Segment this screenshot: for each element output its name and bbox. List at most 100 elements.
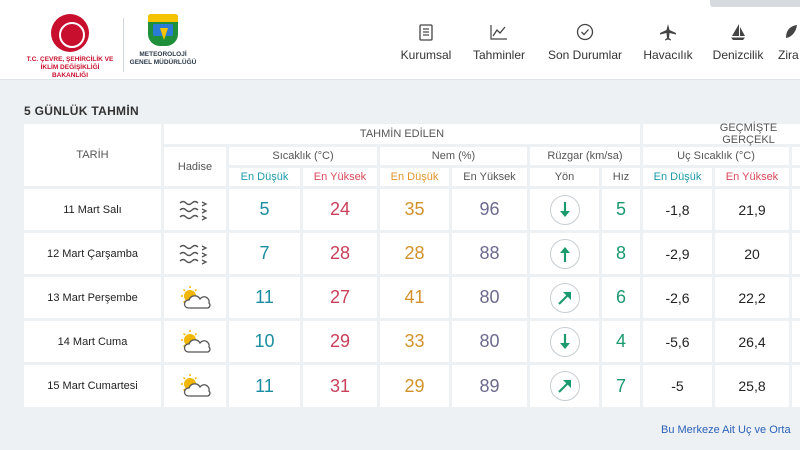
- humidity-low-value: 33: [380, 321, 449, 362]
- arrow-down-icon: [549, 326, 580, 357]
- past-low-value: -1,8: [643, 189, 712, 230]
- humidity-high-value: 96: [452, 189, 527, 230]
- wind-speed-value: 7: [602, 365, 640, 407]
- wind-speed-value: 4: [602, 321, 640, 362]
- logo-divider: [123, 18, 124, 72]
- nav-item-havacilik[interactable]: Havacılık: [640, 22, 696, 70]
- col-past-extra-header: [792, 147, 800, 165]
- sub-wind-speed: Hız: [602, 168, 640, 186]
- humidity-high-value: 89: [452, 365, 527, 407]
- check-circle-icon: [544, 22, 626, 42]
- windy-icon: [164, 189, 226, 230]
- sub-past-low: En Düşük: [643, 168, 712, 186]
- humidity-high-value: 88: [452, 233, 527, 274]
- sub-humidity-low: En Düşük: [380, 168, 449, 186]
- nav-item-denizcilik[interactable]: Denizcilik: [709, 22, 767, 70]
- temp-high-value: 27: [303, 277, 377, 318]
- nav-label: Denizcilik: [712, 48, 764, 62]
- row-date: 15 Mart Cumartesi: [24, 365, 161, 407]
- temp-high-value: 31: [303, 365, 377, 407]
- top-strip: [710, 0, 800, 7]
- past-high-value: 26,4: [715, 321, 789, 362]
- partly-cloudy-icon: [164, 365, 226, 407]
- airplane-icon: [640, 22, 696, 42]
- document-icon: [396, 22, 456, 42]
- nav-item-tahminler[interactable]: Tahminler: [468, 22, 530, 70]
- temp-high-value: 24: [303, 189, 377, 230]
- partly-cloudy-icon: [164, 321, 226, 362]
- arrow-up-right-icon: [549, 371, 580, 401]
- nav-label: Zira: [778, 48, 799, 62]
- past-extra-cell: [792, 321, 800, 362]
- mgm-logo[interactable]: METEOROLOJİ GENEL MÜDÜRLÜĞÜ: [128, 14, 198, 76]
- humidity-high-value: 80: [452, 277, 527, 318]
- row-date: 12 Mart Çarşamba: [24, 233, 161, 274]
- past-extra-cell: [792, 233, 800, 274]
- col-humidity-header: Nem (%): [380, 147, 527, 165]
- temp-low-value: 11: [229, 365, 300, 407]
- temp-low-value: 10: [229, 321, 300, 362]
- past-extra-cell: [792, 365, 800, 407]
- ministry-emblem-icon: [51, 14, 89, 52]
- arrow-up-right-icon: [549, 282, 580, 313]
- humidity-low-value: 28: [380, 233, 449, 274]
- past-high-value: 25,8: [715, 365, 789, 407]
- nav-item-son-durumlar[interactable]: Son Durumlar: [544, 22, 626, 70]
- group-past-header: GEÇMİŞTE GERÇEKL: [643, 122, 800, 146]
- group-forecast-header: TAHMİN EDİLEN: [164, 124, 640, 144]
- wind-direction-cell: [530, 277, 599, 318]
- col-date-header: TARİH: [24, 124, 161, 186]
- past-high-value: 20: [715, 233, 789, 274]
- mgm-logo-text: METEOROLOJİ GENEL MÜDÜRLÜĞÜ: [129, 51, 197, 66]
- row-date: 11 Mart Salı: [24, 189, 161, 230]
- past-high-value: 22,2: [715, 277, 789, 318]
- wind-direction-cell: [530, 321, 599, 362]
- windy-icon: [164, 233, 226, 274]
- nav-label: Kurumsal: [400, 48, 452, 62]
- wind-direction-cell: [530, 365, 599, 407]
- nav-label: Son Durumlar: [547, 48, 623, 62]
- wind-direction-cell: [530, 233, 599, 274]
- sub-past-extra: [792, 168, 800, 186]
- past-high-value: 21,9: [715, 189, 789, 230]
- ministry-logo[interactable]: T.C. ÇEVRE, ŞEHİRCİLİK VE İKLİM DEĞİŞİKL…: [22, 14, 118, 79]
- sub-wind-direction: Yön: [530, 168, 599, 186]
- mgm-emblem-icon: [148, 14, 178, 46]
- past-low-value: -2,6: [643, 277, 712, 318]
- center-extremes-link[interactable]: Bu Merkeze Ait Uç ve Orta: [661, 424, 791, 436]
- nav-item-ziraat[interactable]: Zira: [778, 22, 800, 70]
- nav-item-kurumsal[interactable]: Kurumsal: [396, 22, 456, 70]
- wind-speed-value: 8: [602, 233, 640, 274]
- wind-speed-value: 6: [602, 277, 640, 318]
- humidity-low-value: 41: [380, 277, 449, 318]
- col-past-temp-header: Uç Sıcaklık (°C): [643, 147, 789, 165]
- nav-label: Havacılık: [643, 48, 693, 62]
- wind-speed-value: 5: [602, 189, 640, 230]
- col-temp-header: Sıcaklık (°C): [229, 147, 377, 165]
- section-title: 5 GÜNLÜK TAHMİN: [24, 104, 139, 118]
- wind-direction-cell: [530, 189, 599, 230]
- humidity-high-value: 80: [452, 321, 527, 362]
- temp-high-value: 29: [303, 321, 377, 362]
- temp-low-value: 7: [229, 233, 300, 274]
- past-low-value: -2,9: [643, 233, 712, 274]
- past-low-value: -5: [643, 365, 712, 407]
- col-event-header: Hadise: [164, 147, 226, 186]
- humidity-low-value: 29: [380, 365, 449, 407]
- sub-temp-high: En Yüksek: [303, 168, 377, 186]
- past-low-value: -5,6: [643, 321, 712, 362]
- arrow-down-icon: [549, 194, 580, 225]
- humidity-low-value: 35: [380, 189, 449, 230]
- past-extra-cell: [792, 189, 800, 230]
- sailboat-icon: [709, 22, 767, 42]
- arrow-up-icon: [549, 238, 580, 269]
- ministry-logo-text: T.C. ÇEVRE, ŞEHİRCİLİK VE İKLİM DEĞİŞİKL…: [26, 56, 114, 79]
- site-header: T.C. ÇEVRE, ŞEHİRCİLİK VE İKLİM DEĞİŞİKL…: [0, 0, 800, 80]
- leaf-icon: [778, 22, 800, 42]
- col-wind-header: Rüzgar (km/sa): [530, 147, 640, 165]
- partly-cloudy-icon: [164, 277, 226, 318]
- sub-past-high: En Yüksek: [715, 168, 789, 186]
- row-date: 14 Mart Cuma: [24, 321, 161, 362]
- row-date: 13 Mart Perşembe: [24, 277, 161, 318]
- nav-label: Tahminler: [472, 48, 526, 62]
